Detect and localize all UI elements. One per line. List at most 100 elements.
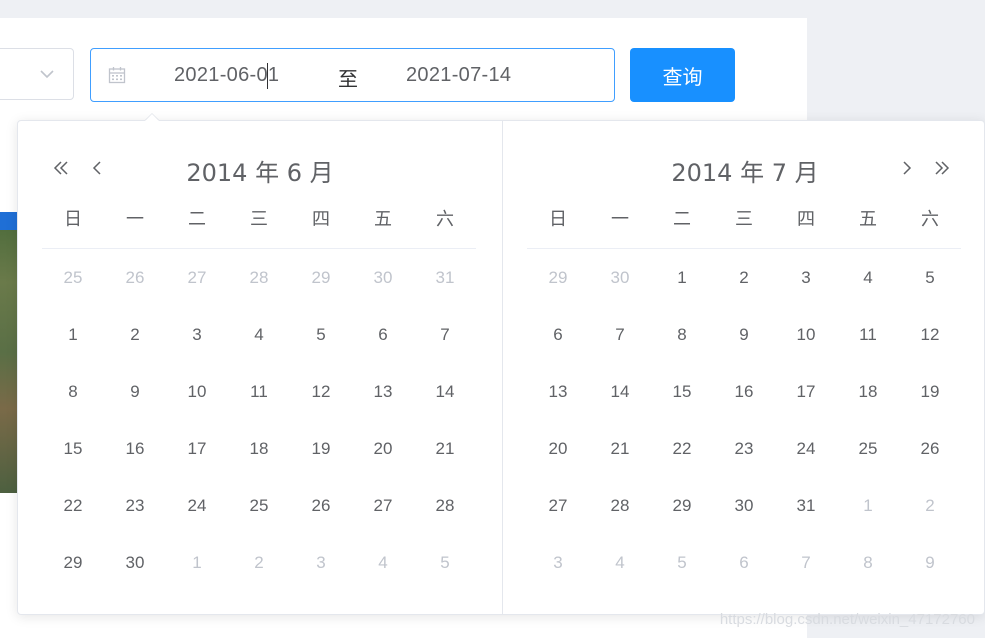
date-cell[interactable]: 4	[228, 306, 290, 363]
date-cell[interactable]: 22	[651, 420, 713, 477]
date-cell[interactable]: 5	[290, 306, 352, 363]
date-cell[interactable]: 3	[166, 306, 228, 363]
end-date-input[interactable]: 2021-07-14	[406, 64, 511, 87]
date-cell[interactable]: 30	[713, 477, 775, 534]
weekday-label: 五	[374, 209, 392, 230]
date-cell-other-month[interactable]: 5	[651, 534, 713, 591]
date-cell-other-month[interactable]: 2	[899, 477, 961, 534]
date-cell-other-month[interactable]: 3	[290, 534, 352, 591]
date-cell[interactable]: 24	[166, 477, 228, 534]
date-cell[interactable]: 25	[837, 420, 899, 477]
date-cell-other-month[interactable]: 31	[414, 249, 476, 306]
date-cell-other-month[interactable]: 4	[589, 534, 651, 591]
date-cell[interactable]: 16	[104, 420, 166, 477]
date-cell[interactable]: 2	[104, 306, 166, 363]
date-cell-other-month[interactable]: 9	[899, 534, 961, 591]
date-cell[interactable]: 17	[166, 420, 228, 477]
date-cell-other-month[interactable]: 30	[352, 249, 414, 306]
double-chevron-right-icon[interactable]	[933, 159, 951, 177]
date-cell[interactable]: 19	[290, 420, 352, 477]
date-cell[interactable]: 11	[837, 306, 899, 363]
date-cell[interactable]: 16	[713, 363, 775, 420]
date-cell-other-month[interactable]: 29	[290, 249, 352, 306]
date-cell-other-month[interactable]: 6	[713, 534, 775, 591]
date-cell-other-month[interactable]: 8	[837, 534, 899, 591]
date-cell[interactable]: 23	[713, 420, 775, 477]
start-date-input[interactable]: 2021-06-01	[174, 64, 279, 87]
date-cell[interactable]: 5	[899, 249, 961, 306]
date-cell[interactable]: 21	[414, 420, 476, 477]
date-cell[interactable]: 6	[527, 306, 589, 363]
date-cell[interactable]: 1	[42, 306, 104, 363]
date-cell[interactable]: 9	[713, 306, 775, 363]
date-cell[interactable]: 20	[352, 420, 414, 477]
date-cell[interactable]: 26	[899, 420, 961, 477]
date-cell[interactable]: 17	[775, 363, 837, 420]
date-cell[interactable]: 11	[228, 363, 290, 420]
date-cell-other-month[interactable]: 5	[414, 534, 476, 591]
date-cell[interactable]: 18	[228, 420, 290, 477]
date-grid-right: 29 30 1 2 3 4 5 6 7 8 9 10 11 12 13 14 15 16 17 18 19 20 21 22 2…	[527, 249, 961, 591]
week-row: 13 14 15 16 17 18 19	[527, 363, 961, 420]
week-row: 27 28 29 30 31 1 2	[527, 477, 961, 534]
date-cell[interactable]: 27	[527, 477, 589, 534]
select-dropdown[interactable]	[0, 48, 74, 100]
date-cell-other-month[interactable]: 4	[352, 534, 414, 591]
date-cell-other-month[interactable]: 25	[42, 249, 104, 306]
date-cell[interactable]: 21	[589, 420, 651, 477]
date-cell[interactable]: 18	[837, 363, 899, 420]
chevron-right-icon[interactable]	[898, 159, 916, 177]
date-cell[interactable]: 14	[589, 363, 651, 420]
weekday-label: 五	[859, 209, 877, 230]
date-cell[interactable]: 19	[899, 363, 961, 420]
query-button[interactable]: 查询	[630, 48, 735, 102]
date-cell[interactable]: 13	[352, 363, 414, 420]
date-cell[interactable]: 15	[651, 363, 713, 420]
date-cell[interactable]: 25	[228, 477, 290, 534]
date-cell-other-month[interactable]: 1	[166, 534, 228, 591]
date-cell[interactable]: 10	[775, 306, 837, 363]
weekday-label: 日	[64, 209, 82, 230]
date-cell[interactable]: 8	[651, 306, 713, 363]
date-cell[interactable]: 27	[352, 477, 414, 534]
date-cell-other-month[interactable]: 27	[166, 249, 228, 306]
date-cell[interactable]: 31	[775, 477, 837, 534]
date-cell[interactable]: 4	[837, 249, 899, 306]
date-cell-other-month[interactable]: 7	[775, 534, 837, 591]
date-cell[interactable]: 12	[899, 306, 961, 363]
date-cell[interactable]: 8	[42, 363, 104, 420]
date-cell[interactable]: 10	[166, 363, 228, 420]
date-cell[interactable]: 23	[104, 477, 166, 534]
date-cell-other-month[interactable]: 30	[589, 249, 651, 306]
date-cell[interactable]: 28	[589, 477, 651, 534]
date-cell[interactable]: 30	[104, 534, 166, 591]
date-cell[interactable]: 15	[42, 420, 104, 477]
date-cell[interactable]: 6	[352, 306, 414, 363]
weekday-label: 三	[250, 209, 268, 230]
date-cell[interactable]: 24	[775, 420, 837, 477]
date-cell[interactable]: 7	[589, 306, 651, 363]
date-cell[interactable]: 3	[775, 249, 837, 306]
date-cell[interactable]: 26	[290, 477, 352, 534]
date-cell-other-month[interactable]: 26	[104, 249, 166, 306]
calendar-icon	[108, 67, 126, 84]
date-cell-other-month[interactable]: 28	[228, 249, 290, 306]
date-cell[interactable]: 20	[527, 420, 589, 477]
date-cell[interactable]: 1	[651, 249, 713, 306]
date-cell[interactable]: 7	[414, 306, 476, 363]
date-cell[interactable]: 28	[414, 477, 476, 534]
week-row: 3456789	[527, 534, 961, 591]
date-cell-other-month[interactable]: 29	[527, 249, 589, 306]
date-cell[interactable]: 9	[104, 363, 166, 420]
date-cell[interactable]: 12	[290, 363, 352, 420]
date-cell-other-month[interactable]: 3	[527, 534, 589, 591]
date-range-picker[interactable]: 2021-06-01 至 2021-07-14	[90, 48, 615, 102]
date-cell-other-month[interactable]: 1	[837, 477, 899, 534]
date-cell-other-month[interactable]: 2	[228, 534, 290, 591]
date-cell[interactable]: 29	[651, 477, 713, 534]
date-cell[interactable]: 13	[527, 363, 589, 420]
date-cell[interactable]: 22	[42, 477, 104, 534]
date-cell[interactable]: 14	[414, 363, 476, 420]
date-cell[interactable]: 29	[42, 534, 104, 591]
date-cell[interactable]: 2	[713, 249, 775, 306]
